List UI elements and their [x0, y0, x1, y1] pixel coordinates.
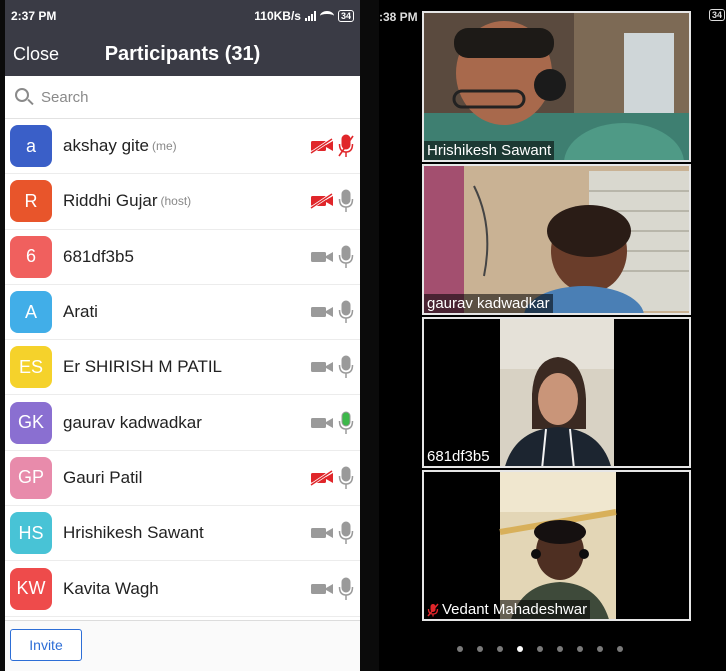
page-title: Participants (31): [104, 42, 261, 65]
screenshot-pair: 2:37 PM 110KB/s 34 Close Participants (3…: [0, 0, 726, 671]
network-speed: 110KB/s: [254, 9, 301, 23]
participant-name: Gauri Patil: [63, 467, 143, 487]
participant-row[interactable]: 6 681df3b5: [5, 230, 360, 285]
status-time: :38 PM: [379, 10, 418, 24]
microphone-icon: [338, 577, 354, 601]
page-dot[interactable]: [617, 646, 623, 652]
participant-name: gaurav kadwadkar: [63, 412, 202, 432]
avatar: HS: [10, 512, 52, 555]
page-indicator[interactable]: [457, 646, 623, 652]
avatar: ES: [10, 346, 52, 389]
video-camera-icon: [310, 415, 334, 431]
video-feed: [424, 166, 689, 313]
video-feed: [424, 13, 689, 160]
participant-row[interactable]: A Arati: [5, 285, 360, 341]
close-button[interactable]: Close: [13, 44, 59, 65]
video-off-icon: [310, 469, 334, 486]
search-input[interactable]: Search: [5, 76, 360, 119]
participant-row[interactable]: R Riddhi Gujar (host): [5, 174, 360, 230]
tile-name-label: 681df3b5: [424, 447, 493, 466]
participants-screen: 2:37 PM 110KB/s 34 Close Participants (3…: [5, 0, 360, 671]
gallery-screen: :38 PM 106KB 34 Hrishikesh Sawant: [379, 0, 726, 671]
microphone-icon: [338, 245, 354, 269]
video-tile[interactable]: gaurav kadwadkar: [422, 164, 691, 315]
tile-name: gaurav kadwadkar: [427, 295, 550, 312]
tile-name-label: Hrishikesh Sawant: [424, 141, 555, 160]
participant-role-tag: (me): [152, 139, 177, 154]
page-dot[interactable]: [557, 646, 563, 652]
microphone-icon: [338, 411, 354, 435]
avatar: R: [10, 180, 52, 223]
participant-row[interactable]: GK gaurav kadwadkar: [5, 395, 360, 451]
invite-button[interactable]: Invite: [10, 629, 82, 661]
microphone-icon: [338, 189, 354, 213]
page-dot[interactable]: [537, 646, 543, 652]
video-tile[interactable]: Hrishikesh Sawant: [422, 11, 691, 162]
participant-name: 681df3b5: [63, 246, 134, 266]
participants-header: Close Participants (31): [5, 32, 360, 76]
search-icon: [15, 88, 34, 106]
microphone-icon: [338, 355, 354, 379]
video-off-icon: [310, 138, 334, 155]
avatar: a: [10, 125, 52, 168]
avatar: KW: [10, 567, 52, 610]
participant-role-tag: (host): [160, 194, 192, 209]
status-time: 2:37 PM: [11, 9, 57, 23]
wifi-icon: [319, 11, 334, 21]
tile-name: Vedant Mahadeshwar: [442, 601, 588, 618]
tile-name: Hrishikesh Sawant: [427, 142, 552, 159]
avatar: GP: [10, 456, 52, 499]
participant-name: akshay gite: [63, 136, 149, 156]
tile-name: 681df3b5: [427, 448, 490, 465]
page-dot[interactable]: [497, 646, 503, 652]
video-camera-icon: [310, 249, 334, 265]
page-dot[interactable]: [577, 646, 583, 652]
mic-muted-icon: [338, 134, 354, 158]
participant-name: Arati: [63, 302, 98, 322]
microphone-icon: [338, 300, 354, 324]
participant-row[interactable]: KW Kavita Wagh: [5, 561, 360, 617]
microphone-icon: [338, 521, 354, 545]
tile-name-label: Vedant Mahadeshwar: [424, 600, 591, 619]
battery-icon: 34: [709, 9, 726, 21]
battery-icon: 34: [337, 10, 354, 22]
participant-row[interactable]: GP Gauri Patil: [5, 451, 360, 507]
participant-name: Kavita Wagh: [63, 578, 159, 598]
status-bar: 2:37 PM 110KB/s 34: [5, 0, 360, 32]
video-feed: [424, 319, 689, 466]
participant-name: Riddhi Gujar: [63, 191, 158, 211]
video-tile[interactable]: 681df3b5: [422, 317, 691, 468]
tile-name-label: gaurav kadwadkar: [424, 294, 553, 313]
participant-row[interactable]: HS Hrishikesh Sawant: [5, 506, 360, 562]
video-camera-icon: [310, 304, 334, 320]
video-camera-icon: [310, 359, 334, 375]
microphone-icon: [338, 466, 354, 490]
participant-list: a akshay gite (me) R Riddhi Gujar (host) 6 681d…: [5, 119, 360, 617]
participant-row[interactable]: ES Er SHIRISH M PATIL: [5, 340, 360, 396]
avatar: GK: [10, 401, 52, 444]
avatar: 6: [10, 235, 52, 278]
video-feed: [424, 472, 689, 619]
signal-icon: [304, 11, 316, 21]
video-camera-icon: [310, 581, 334, 597]
search-placeholder: Search: [41, 88, 89, 106]
page-dot[interactable]: [477, 646, 483, 652]
video-tile[interactable]: Vedant Mahadeshwar: [422, 470, 691, 621]
page-dot[interactable]: [597, 646, 603, 652]
mic-muted-icon: [427, 603, 439, 616]
page-dot[interactable]: [517, 646, 523, 652]
avatar: A: [10, 291, 52, 334]
participants-footer: Invite: [5, 620, 360, 671]
participant-name: Hrishikesh Sawant: [63, 523, 204, 543]
participant-row[interactable]: a akshay gite (me): [5, 119, 360, 175]
page-dot[interactable]: [457, 646, 463, 652]
video-off-icon: [310, 193, 334, 210]
video-camera-icon: [310, 525, 334, 541]
participant-name: Er SHIRISH M PATIL: [63, 357, 223, 377]
